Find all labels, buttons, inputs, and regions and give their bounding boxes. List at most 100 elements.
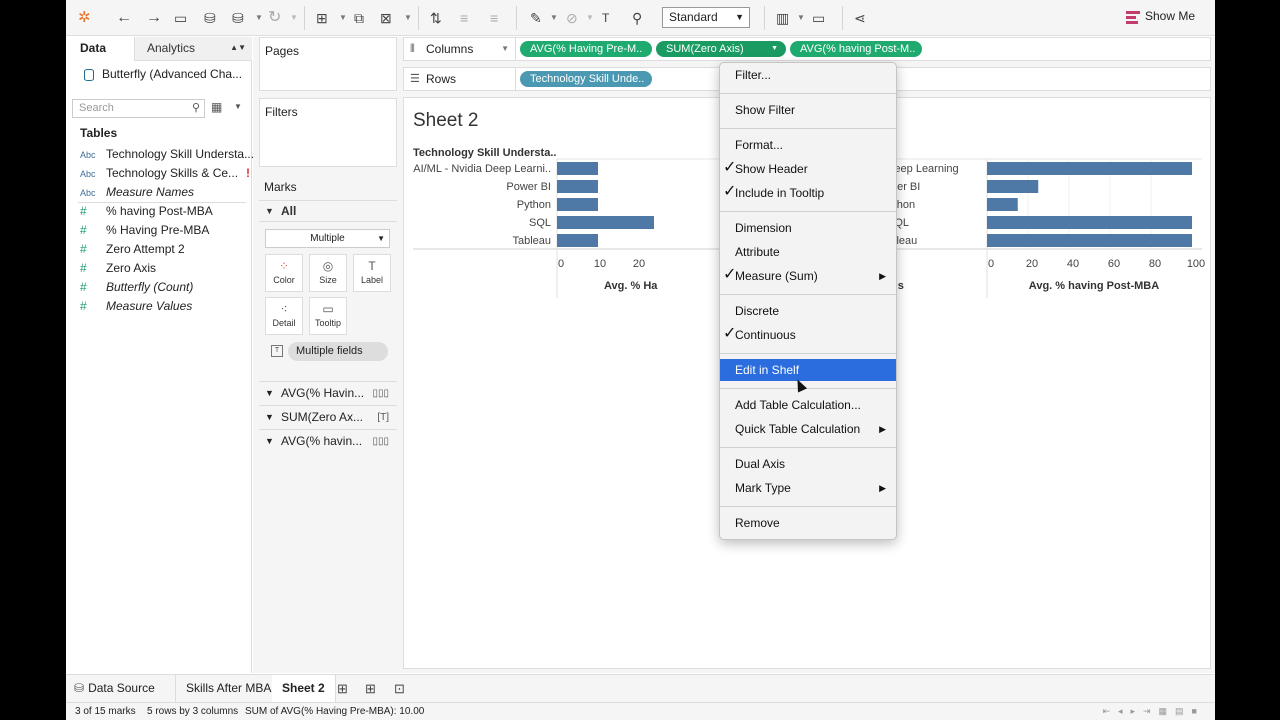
menu-item-quick-table-calculation[interactable]: Quick Table Calculation ▶: [720, 418, 896, 440]
view-mode-select[interactable]: Standard ▼: [662, 7, 750, 28]
bar-pre-mba: [557, 216, 654, 229]
field-item[interactable]: # Zero Axis: [80, 259, 156, 277]
label-icon[interactable]: T: [602, 8, 609, 28]
menu-item-show-filter[interactable]: Show Filter: [720, 99, 896, 121]
menu-item-include-in-tooltip[interactable]: ✓ Include in Tooltip: [720, 182, 896, 204]
group-caret-icon[interactable]: ▼: [586, 8, 594, 28]
category-label: Power BI: [506, 181, 551, 193]
refresh-caret-icon[interactable]: ▼: [290, 8, 298, 28]
size-button[interactable]: ◎ Size: [309, 254, 347, 292]
color-button[interactable]: ⁘ Color: [265, 254, 303, 292]
multiple-fields-pill[interactable]: T Multiple fields: [265, 342, 390, 361]
clear-icon[interactable]: ⊠: [380, 8, 392, 28]
columns-icon: ⦀: [410, 43, 415, 55]
menu-item-add-table-calculation[interactable]: Add Table Calculation...: [720, 394, 896, 416]
pause-icon[interactable]: ⛁: [232, 8, 244, 28]
highlight-caret-icon[interactable]: ▼: [550, 8, 558, 28]
clear-caret-icon[interactable]: ▼: [404, 8, 412, 28]
new-worksheet-caret-icon[interactable]: ▼: [339, 8, 347, 28]
field-item[interactable]: # Zero Attempt 2: [80, 240, 185, 258]
new-worksheet-icon[interactable]: ⊞: [316, 8, 328, 28]
refresh-icon[interactable]: ↻: [268, 8, 281, 28]
marks-row[interactable]: ▼ SUM(Zero Ax... [T]: [259, 405, 397, 429]
menu-item-discrete[interactable]: Discrete: [720, 300, 896, 322]
tab-datasource[interactable]: ⛁ Data Source: [66, 675, 176, 702]
menu-item-remove[interactable]: Remove: [720, 512, 896, 534]
field-item[interactable]: # Butterfly (Count): [80, 278, 193, 296]
field-item[interactable]: # % Having Pre-MBA: [80, 221, 209, 239]
menu-item-measure-sum[interactable]: ✓ Measure (Sum) ▶: [720, 265, 896, 287]
redo-icon[interactable]: →: [146, 8, 162, 28]
chevron-down-icon: ▼: [735, 12, 744, 22]
label-button[interactable]: T Label: [353, 254, 391, 292]
detail-button[interactable]: ⁖ Detail: [265, 297, 303, 335]
undo-icon[interactable]: ←: [116, 8, 132, 28]
menu-separator: [720, 506, 896, 507]
measure-type-icon: #: [80, 299, 87, 313]
pages-card[interactable]: Pages: [259, 37, 397, 91]
tab-skills-after-mba[interactable]: Skills After MBA: [176, 675, 283, 702]
new-story-icon[interactable]: ⊡: [394, 681, 405, 697]
group-icon[interactable]: ⊘: [566, 8, 578, 28]
tooltip-icon: ▭: [322, 302, 334, 316]
duplicate-icon[interactable]: ⧉: [354, 8, 364, 28]
menu-item-dual-axis[interactable]: Dual Axis: [720, 453, 896, 475]
new-datasource-icon[interactable]: ⛁: [204, 8, 216, 28]
fit-caret-icon[interactable]: ▼: [797, 8, 805, 28]
tooltip-label: Tooltip: [314, 318, 341, 328]
menu-item-filter[interactable]: Filter...: [720, 64, 896, 86]
column-pill-pre-mba[interactable]: AVG(% Having Pre-M..: [520, 41, 652, 57]
post-axis-tick: 100: [1187, 258, 1205, 270]
menu-item-attribute[interactable]: Attribute: [720, 241, 896, 263]
column-pill-zero-axis[interactable]: SUM(Zero Axis) ▼: [656, 41, 786, 57]
tab-data[interactable]: Data: [66, 37, 134, 61]
sort-asc-icon[interactable]: ≡: [460, 8, 468, 28]
marks-row[interactable]: ▼ AVG(% havin... ▯▯▯: [259, 429, 397, 453]
tableau-logo-icon[interactable]: ✲: [78, 8, 91, 28]
field-item[interactable]: # Measure Values: [80, 297, 192, 315]
field-item[interactable]: Abc Technology Skill Understa...: [80, 145, 254, 163]
search-input[interactable]: Search ⚲: [72, 99, 205, 118]
new-dashboard-icon[interactable]: ⊞: [365, 681, 376, 697]
mark-type-select[interactable]: Multiple ▼: [265, 229, 390, 248]
swap-icon[interactable]: ⇅: [430, 8, 442, 28]
fit-icon[interactable]: ▥: [776, 8, 789, 28]
pause-caret-icon[interactable]: ▼: [255, 8, 263, 28]
menu-item-edit-in-shelf[interactable]: Edit in Shelf: [720, 359, 896, 381]
tab-analytics[interactable]: Analytics ▲▼: [134, 37, 252, 61]
share-icon[interactable]: ⋖: [854, 8, 866, 28]
show-me-icon[interactable]: [1126, 11, 1140, 24]
tab-sheet-2[interactable]: Sheet 2: [272, 675, 336, 702]
datasource-item[interactable]: Butterfly (Advanced Cha...: [84, 67, 242, 81]
nav-buttons[interactable]: ⇤◂▸⇥▦▤■: [1102, 703, 1205, 720]
new-sheet-icon[interactable]: ⊞: [337, 681, 348, 697]
color-label: Color: [273, 275, 295, 285]
menu-item-format[interactable]: Format...: [720, 134, 896, 156]
bar-pre-mba: [557, 234, 598, 247]
column-pill-post-mba[interactable]: AVG(% having Post-M..: [790, 41, 922, 57]
presentation-icon[interactable]: ▭: [812, 8, 825, 28]
field-item[interactable]: Abc Measure Names: [80, 183, 194, 201]
menu-item-show-header[interactable]: ✓ Show Header: [720, 158, 896, 180]
marks-row[interactable]: ▼ AVG(% Havin... ▯▯▯: [259, 381, 397, 405]
chevron-down-icon[interactable]: ▼: [234, 102, 242, 111]
row-pill-technology-skill[interactable]: Technology Skill Unde..: [520, 71, 652, 87]
checkmark-icon: ✓: [723, 325, 737, 342]
row-header-label: Technology Skill Understa..: [413, 147, 556, 159]
sort-desc-icon[interactable]: ≡: [490, 8, 498, 28]
field-item[interactable]: # % having Post-MBA: [80, 202, 213, 220]
tooltip-button[interactable]: ▭ Tooltip: [309, 297, 347, 335]
pin-icon[interactable]: ⚲: [632, 8, 642, 28]
show-me-button[interactable]: Show Me: [1145, 9, 1195, 23]
field-item[interactable]: Abc Technology Skills & Ce...!: [80, 164, 250, 182]
save-icon[interactable]: ▭: [174, 8, 187, 28]
columns-shelf[interactable]: ⦀ Columns ▼ AVG(% Having Pre-M.. SUM(Zero …: [403, 37, 1211, 61]
filters-card[interactable]: Filters: [259, 98, 397, 167]
menu-item-continuous[interactable]: ✓ Continuous: [720, 324, 896, 346]
view-toggle-icon[interactable]: ▦: [211, 100, 222, 114]
highlight-icon[interactable]: ✎: [530, 8, 542, 28]
menu-item-mark-type[interactable]: Mark Type ▶: [720, 477, 896, 499]
menu-item-dimension[interactable]: Dimension: [720, 217, 896, 239]
field-label: Measure Values: [106, 299, 193, 313]
marks-all-row[interactable]: ▼ All: [259, 200, 397, 222]
